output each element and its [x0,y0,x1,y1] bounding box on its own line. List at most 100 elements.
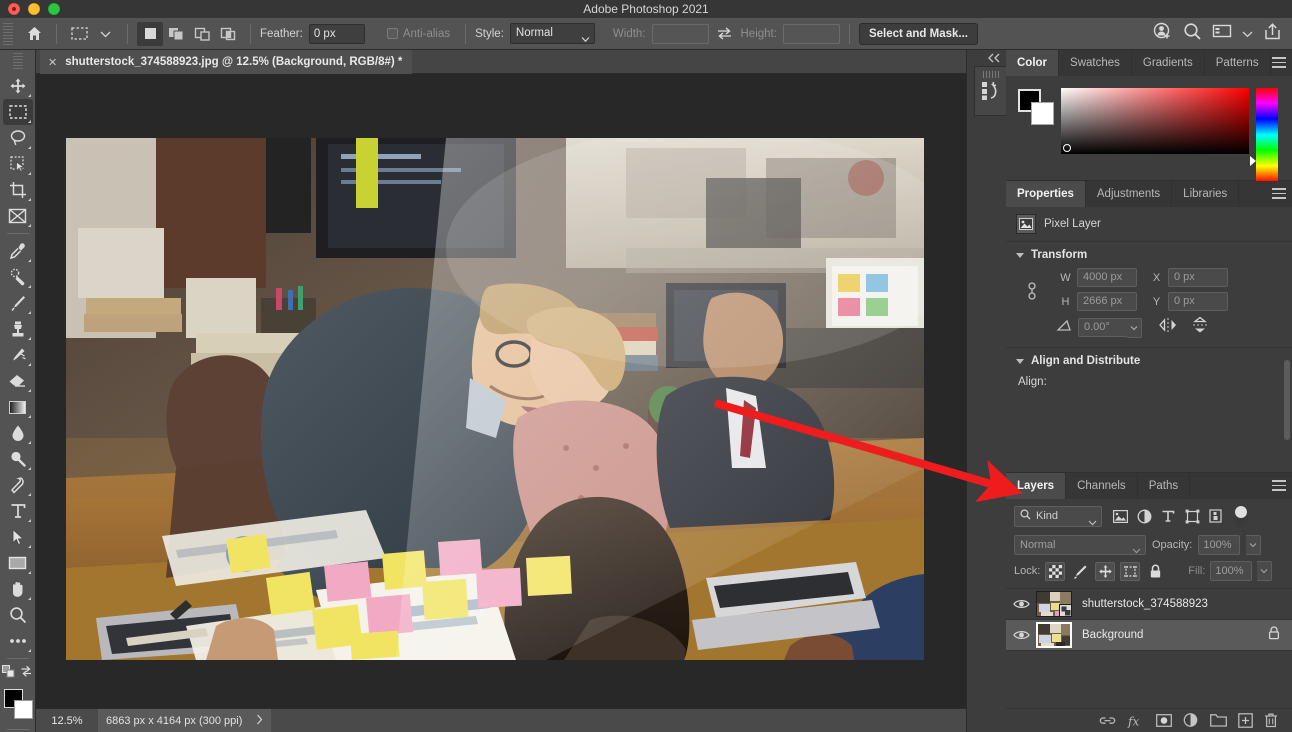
gradient-tool[interactable] [3,394,33,420]
flip-horizontal-icon[interactable] [1158,317,1178,338]
eraser-tool[interactable] [3,368,33,394]
transform-section-header[interactable]: Transform [1006,242,1292,266]
rectangle-tool[interactable] [3,550,33,576]
blur-tool[interactable] [3,420,33,446]
tab-patterns[interactable]: Patterns [1205,50,1271,76]
new-group-icon[interactable] [1210,714,1227,727]
hue-slider-handle[interactable] [1250,156,1256,166]
layer-locked-icon[interactable] [1268,625,1280,645]
layer-name[interactable]: shutterstock_374588923 [1082,598,1208,610]
mini-dock-grip[interactable] [983,71,999,78]
expand-panels-icon[interactable] [987,53,1001,66]
transform-y-input[interactable]: 0 px [1168,292,1228,311]
link-dimensions-icon[interactable] [1026,280,1038,307]
spot-healing-brush-tool[interactable] [3,264,33,290]
opacity-stepper[interactable] [1246,535,1262,555]
lock-position-button[interactable] [1095,561,1116,581]
height-input[interactable] [782,23,840,44]
frame-tool[interactable] [3,203,33,229]
chevron-down-icon[interactable] [1242,25,1253,43]
search-icon[interactable] [1183,22,1202,46]
home-icon[interactable] [21,22,47,46]
layer-mask-icon[interactable] [1156,714,1172,727]
background-color-swatch[interactable] [1031,102,1054,125]
align-distribute-section-header[interactable]: Align and Distribute [1006,348,1292,372]
subtract-from-selection-button[interactable] [189,22,215,46]
transform-angle-input[interactable]: 0.00° [1078,318,1127,337]
crop-tool[interactable] [3,177,33,203]
angle-stepper[interactable] [1127,317,1142,338]
shape-filter-icon[interactable] [1180,506,1204,527]
type-tool[interactable] [3,498,33,524]
tab-layers[interactable]: Layers [1006,473,1067,499]
options-bar-grip[interactable] [3,22,13,45]
workspace-icon[interactable] [1212,23,1232,44]
opacity-value[interactable]: 100% [1198,535,1241,555]
smart-object-filter-icon[interactable] [1204,506,1228,527]
color-picker-body[interactable] [1006,76,1292,182]
history-brush-tool[interactable] [3,342,33,368]
background-color-swatch[interactable] [13,700,33,719]
lock-artboard-nesting-button[interactable] [1120,561,1141,581]
fill-value[interactable]: 100% [1210,561,1253,581]
adjustment-layer-icon[interactable] [1183,713,1199,728]
table-row[interactable]: shutterstock_374588923 [1006,589,1292,620]
panel-menu-icon[interactable] [1272,480,1286,491]
lock-image-pixels-button[interactable] [1070,562,1090,581]
color-swatches[interactable] [3,689,33,719]
path-selection-tool[interactable] [3,524,33,550]
canvas-area[interactable] [36,74,966,708]
lock-transparent-pixels-button[interactable] [1045,561,1066,581]
lock-all-button[interactable] [1145,562,1165,581]
layer-visibility-toggle[interactable] [1006,629,1036,641]
tool-preset-chevron-down-icon[interactable] [92,22,118,46]
new-selection-button[interactable] [137,21,163,46]
hand-tool[interactable] [3,576,33,602]
document-tab[interactable]: ✕ shutterstock_374588923.jpg @ 12.5% (Ba… [40,50,413,74]
select-and-mask-button[interactable]: Select and Mask... [858,22,979,45]
zoom-tool[interactable] [3,602,33,628]
tab-properties[interactable]: Properties [1006,181,1086,207]
pen-tool[interactable] [3,472,33,498]
panel-menu-icon[interactable] [1272,188,1286,199]
lasso-tool[interactable] [3,125,33,151]
edit-toolbar-tool[interactable] [3,628,33,654]
brush-tool[interactable] [3,290,33,316]
clone-stamp-tool[interactable] [3,316,33,342]
flip-vertical-icon[interactable] [1190,316,1210,339]
tab-gradients[interactable]: Gradients [1132,50,1205,76]
feather-input[interactable]: 0 px [308,23,365,44]
delete-layer-icon[interactable] [1264,713,1278,728]
properties-scrollbar[interactable] [1284,360,1290,440]
tab-color[interactable]: Color [1006,50,1060,76]
saturation-brightness-field[interactable] [1061,88,1249,154]
tab-libraries[interactable]: Libraries [1172,181,1240,207]
swap-colors-icon[interactable] [20,665,33,683]
transform-height-input[interactable]: 2666 px [1077,292,1137,311]
rectangular-marquee-tool[interactable] [2,99,33,125]
quick-selection-tool[interactable] [3,151,33,177]
add-to-selection-button[interactable] [163,22,189,46]
layer-thumbnail[interactable] [1036,622,1072,648]
swap-dimensions-icon[interactable] [712,22,738,46]
chevron-right-icon[interactable] [256,714,263,728]
transform-width-input[interactable]: 4000 px [1077,268,1137,287]
add-user-icon[interactable] [1153,21,1173,46]
layer-filter-kind-select[interactable]: Kind [1014,505,1102,527]
share-icon[interactable] [1263,22,1282,46]
tab-adjustments[interactable]: Adjustments [1086,181,1173,207]
panel-menu-icon[interactable] [1272,57,1286,68]
filter-toggle-switch[interactable] [1234,505,1248,527]
tab-swatches[interactable]: Swatches [1059,50,1132,76]
intersect-with-selection-button[interactable] [215,22,241,46]
document-canvas-image[interactable] [66,138,924,660]
tab-channels[interactable]: Channels [1066,473,1138,499]
link-layers-icon[interactable] [1099,715,1116,726]
style-select[interactable]: Normal [509,23,595,44]
zoom-level[interactable]: 12.5% [36,715,98,727]
layer-name[interactable]: Background [1082,629,1143,641]
transform-x-input[interactable]: 0 px [1168,268,1228,287]
anti-alias-checkbox[interactable] [386,28,398,39]
layer-style-fx-icon[interactable]: fx [1127,714,1145,728]
layer-visibility-toggle[interactable] [1006,598,1036,610]
